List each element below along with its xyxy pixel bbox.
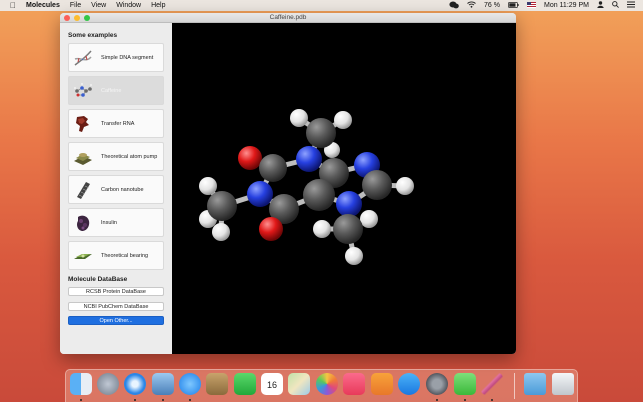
running-indicator bbox=[134, 399, 136, 401]
example-label: Theoretical atom pump bbox=[101, 153, 158, 160]
example-label: Insulin bbox=[101, 219, 117, 226]
example-label: Carbon nanotube bbox=[101, 186, 144, 193]
menu-bar:  Molecules File View Window Help 76 % M… bbox=[0, 0, 643, 11]
running-indicator bbox=[162, 399, 164, 401]
open-other-button[interactable]: Open Other... bbox=[68, 316, 164, 325]
menu-help[interactable]: Help bbox=[151, 2, 165, 9]
wifi-icon[interactable] bbox=[467, 1, 476, 10]
flag-icon[interactable] bbox=[526, 1, 536, 10]
bearing-icon bbox=[74, 253, 92, 259]
running-indicator bbox=[491, 399, 493, 401]
example-label: Transfer RNA bbox=[101, 120, 135, 127]
apple-menu-icon[interactable]:  bbox=[9, 1, 17, 10]
safari-icon[interactable] bbox=[124, 373, 146, 395]
preview-icon[interactable] bbox=[152, 373, 174, 395]
dock-separator bbox=[514, 373, 515, 399]
wechat-icon[interactable] bbox=[454, 373, 476, 395]
example-label: Simple DNA segment bbox=[101, 54, 154, 61]
music-icon[interactable] bbox=[343, 373, 365, 395]
clock-label[interactable]: Mon 11:29 PM bbox=[544, 2, 589, 9]
example-theoretical-atom-pump[interactable]: Theoretical atom pump bbox=[68, 142, 164, 171]
example-label: Theoretical bearing bbox=[101, 252, 149, 259]
examples-heading: Some examples bbox=[68, 32, 118, 39]
facetime-icon[interactable] bbox=[234, 373, 256, 395]
dna-icon bbox=[74, 50, 92, 66]
sidebar: Some examples Simple DNA segment Caffein… bbox=[60, 23, 172, 354]
app-menu[interactable]: Molecules bbox=[26, 2, 60, 9]
system-preferences-icon[interactable] bbox=[426, 373, 448, 395]
dock: 16 bbox=[65, 369, 578, 402]
example-theoretical-bearing[interactable]: Theoretical bearing bbox=[68, 241, 164, 270]
window-title: Caffeine.pdb bbox=[269, 14, 307, 21]
notification-center-icon[interactable] bbox=[627, 1, 635, 10]
trash-icon[interactable] bbox=[552, 373, 574, 395]
calendar-icon[interactable]: 16 bbox=[261, 373, 283, 395]
menu-file[interactable]: File bbox=[70, 2, 81, 9]
user-icon[interactable] bbox=[597, 1, 604, 10]
nanotube-icon bbox=[77, 181, 90, 199]
example-caffeine[interactable]: Caffeine bbox=[68, 76, 164, 105]
ncbi-pubchem-database-button[interactable]: NCBI PubChem DataBase bbox=[68, 302, 164, 311]
finder-icon[interactable] bbox=[70, 373, 92, 395]
database-heading: Molecule DataBase bbox=[68, 276, 128, 283]
books-icon[interactable] bbox=[371, 373, 393, 395]
example-carbon-nanotube[interactable]: Carbon nanotube bbox=[68, 175, 164, 204]
insulin-icon bbox=[77, 215, 90, 231]
running-indicator bbox=[80, 399, 82, 401]
window-close-button[interactable] bbox=[64, 15, 70, 21]
caffeine-molecule-render bbox=[199, 109, 414, 265]
running-indicator bbox=[464, 399, 466, 401]
example-transfer-rna[interactable]: Transfer RNA bbox=[68, 109, 164, 138]
molecules-icon[interactable] bbox=[481, 373, 503, 395]
rcsb-protein-database-button[interactable]: RCSB Protein DataBase bbox=[68, 287, 164, 296]
app-store-icon[interactable] bbox=[398, 373, 420, 395]
wechat-status-icon[interactable] bbox=[449, 1, 459, 11]
atom-pump-icon bbox=[74, 152, 92, 165]
messages-icon[interactable] bbox=[179, 373, 201, 395]
launchpad-icon[interactable] bbox=[97, 373, 119, 395]
maps-icon[interactable] bbox=[288, 373, 310, 395]
caffeine-icon bbox=[73, 82, 93, 97]
molecules-window: Caffeine.pdb Some examples Simple DNA se… bbox=[60, 13, 516, 354]
example-label: Caffeine bbox=[101, 87, 122, 94]
running-indicator bbox=[189, 399, 191, 401]
window-titlebar[interactable]: Caffeine.pdb bbox=[60, 13, 516, 23]
example-insulin[interactable]: Insulin bbox=[68, 208, 164, 237]
spotlight-search-icon[interactable] bbox=[612, 1, 619, 10]
molecule-3d-view[interactable] bbox=[172, 23, 516, 354]
menu-view[interactable]: View bbox=[91, 2, 106, 9]
notes-icon[interactable] bbox=[206, 373, 228, 395]
downloads-folder-icon[interactable] bbox=[524, 373, 546, 395]
battery-percentage[interactable]: 76 % bbox=[484, 2, 500, 9]
menu-window[interactable]: Window bbox=[116, 2, 141, 9]
window-zoom-button[interactable] bbox=[84, 15, 90, 21]
trna-icon bbox=[76, 115, 89, 132]
example-simple-dna-segment[interactable]: Simple DNA segment bbox=[68, 43, 164, 72]
battery-icon[interactable] bbox=[508, 1, 519, 10]
running-indicator bbox=[436, 399, 438, 401]
window-minimize-button[interactable] bbox=[74, 15, 80, 21]
photos-icon[interactable] bbox=[316, 373, 338, 395]
